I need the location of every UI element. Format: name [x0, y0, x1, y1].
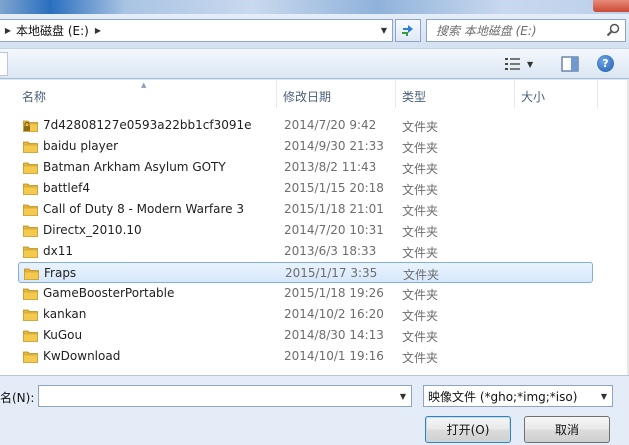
file-name: dx11: [43, 244, 73, 258]
file-modified-date: 2015/1/18 19:26: [284, 286, 384, 300]
file-name: GameBoosterPortable: [43, 286, 175, 300]
file-name: Directx_2010.10: [43, 223, 142, 237]
file-name: 7d42808127e0593a22bb1cf3091e: [43, 118, 252, 132]
preview-pane-icon[interactable]: [561, 56, 579, 72]
refresh-icon: [402, 24, 413, 36]
toolbar: ▼ ?: [0, 48, 629, 79]
file-modified-date: 2014/7/20 10:31: [284, 223, 384, 237]
open-button[interactable]: 打开(O): [425, 416, 511, 443]
file-row[interactable]: GameBoosterPortable 2015/1/18 19:26 文件夹: [18, 283, 593, 304]
file-type: 文件夹: [402, 246, 439, 260]
window-frame-top: [0, 0, 629, 14]
breadcrumb-item-drive-e[interactable]: 本地磁盘 (E:): [16, 22, 89, 39]
filename-label: 名(N):: [0, 391, 35, 405]
help-icon: ?: [602, 57, 609, 70]
file-type: 文件夹: [402, 330, 439, 344]
filename-input[interactable]: ▼: [38, 385, 412, 407]
folder-icon: [23, 350, 38, 363]
file-name: baidu player: [43, 139, 119, 153]
file-row[interactable]: Fraps 2015/1/17 3:35 文件夹: [18, 262, 593, 283]
refresh-button[interactable]: [395, 19, 421, 42]
file-row[interactable]: Call of Duty 8 - Modern Warfare 3 2015/1/…: [18, 199, 593, 220]
view-dropdown-icon[interactable]: ▼: [527, 60, 533, 69]
file-row[interactable]: KuGou 2014/8/30 14:13 文件夹: [18, 325, 593, 346]
file-type: 文件夹: [402, 288, 439, 302]
file-name: KwDownload: [43, 349, 121, 363]
file-name: kankan: [43, 307, 87, 321]
file-row[interactable]: baidu player 2014/9/30 21:33 文件夹: [18, 136, 593, 157]
folder-icon: [23, 140, 38, 153]
filetype-select[interactable]: 映像文件 (*gho;*img;*iso) ▼: [423, 385, 613, 407]
address-history-dropdown-icon[interactable]: ▼: [376, 20, 392, 41]
file-name: Fraps: [44, 266, 77, 280]
file-modified-date: 2014/10/2 16:20: [284, 307, 384, 321]
file-row[interactable]: kankan 2014/10/2 16:20 文件夹: [18, 304, 593, 325]
column-type[interactable]: 类型: [396, 80, 515, 108]
file-type: 文件夹: [402, 351, 439, 365]
folder-icon: [23, 224, 38, 237]
navigation-bar: ▶ 本地磁盘 (E:) ▶ ▼ 搜索 本地磁盘 (E:): [0, 14, 629, 48]
file-modified-date: 2014/9/30 21:33: [284, 139, 384, 153]
folder-icon: [23, 329, 38, 342]
dialog-footer: 名(N): ▼ 映像文件 (*gho;*img;*iso) ▼ 打开(O) 取消: [0, 375, 629, 445]
file-name: Call of Duty 8 - Modern Warfare 3: [43, 202, 244, 216]
file-modified-date: 2013/8/2 11:43: [284, 160, 377, 174]
breadcrumb-arrow-icon[interactable]: ▶: [0, 26, 16, 35]
filename-dropdown-icon[interactable]: ▼: [395, 386, 411, 406]
filetype-dropdown-icon[interactable]: ▼: [596, 386, 612, 406]
folder-icon: [23, 161, 38, 174]
file-modified-date: 2014/7/20 9:42: [284, 118, 377, 132]
file-name: battlef4: [43, 181, 90, 195]
file-modified-date: 2014/10/1 19:16: [284, 349, 384, 363]
change-view-button[interactable]: ▼: [505, 56, 541, 72]
file-row[interactable]: battlef4 2015/1/15 20:18 文件夹: [18, 178, 593, 199]
file-modified-date: 2015/1/18 21:01: [284, 202, 384, 216]
column-size[interactable]: 大小: [515, 80, 598, 108]
folder-icon: [23, 287, 38, 300]
filetype-value: 映像文件 (*gho;*img;*iso): [428, 389, 578, 404]
view-icon: [505, 58, 520, 70]
folder-icon: [23, 203, 38, 216]
file-modified-date: 2015/1/17 3:35: [285, 266, 378, 280]
folder-icon: [23, 308, 38, 321]
column-name[interactable]: 名称: [16, 80, 277, 108]
file-type: 文件夹: [402, 141, 439, 155]
cancel-button[interactable]: 取消: [524, 416, 610, 443]
file-modified-date: 2015/1/15 20:18: [284, 181, 384, 195]
file-type: 文件夹: [402, 162, 439, 176]
help-button[interactable]: ?: [597, 55, 614, 72]
locked-folder-icon: [23, 119, 38, 132]
file-type: 文件夹: [402, 309, 439, 323]
file-row[interactable]: Directx_2010.10 2014/7/20 10:31 文件夹: [18, 220, 593, 241]
search-placeholder: 搜索 本地磁盘 (E:): [436, 24, 537, 38]
file-row[interactable]: Batman Arkham Asylum GOTY 2013/8/2 11:43 文…: [18, 157, 593, 178]
file-type: 文件夹: [403, 268, 440, 282]
file-name: KuGou: [43, 328, 83, 342]
close-button[interactable]: [593, 0, 629, 12]
file-list[interactable]: ▲ 名称 修改日期 类型 大小 7d42808127e0593a22bb1cf3…: [0, 80, 629, 375]
file-modified-date: 2014/8/30 14:13: [284, 328, 384, 342]
organize-area: [0, 52, 8, 76]
search-icon[interactable]: [606, 23, 620, 37]
file-type: 文件夹: [402, 183, 439, 197]
address-bar[interactable]: ▶ 本地磁盘 (E:) ▶ ▼: [0, 19, 393, 42]
folder-icon: [24, 267, 39, 280]
file-modified-date: 2013/6/3 18:33: [284, 244, 377, 258]
column-modified[interactable]: 修改日期: [277, 80, 396, 108]
file-type: 文件夹: [402, 120, 439, 134]
search-box[interactable]: 搜索 本地磁盘 (E:): [426, 19, 626, 42]
file-type: 文件夹: [402, 204, 439, 218]
column-header: ▲ 名称 修改日期 类型 大小: [0, 80, 629, 108]
file-row[interactable]: 7d42808127e0593a22bb1cf3091e 2014/7/20 9:…: [18, 115, 593, 136]
breadcrumb-separator-icon[interactable]: ▶: [95, 26, 101, 35]
file-type: 文件夹: [402, 225, 439, 239]
file-row[interactable]: KwDownload 2014/10/1 19:16 文件夹: [18, 346, 593, 367]
folder-icon: [23, 182, 38, 195]
folder-icon: [23, 245, 38, 258]
file-name: Batman Arkham Asylum GOTY: [43, 160, 226, 174]
file-row[interactable]: dx11 2013/6/3 18:33 文件夹: [18, 241, 593, 262]
